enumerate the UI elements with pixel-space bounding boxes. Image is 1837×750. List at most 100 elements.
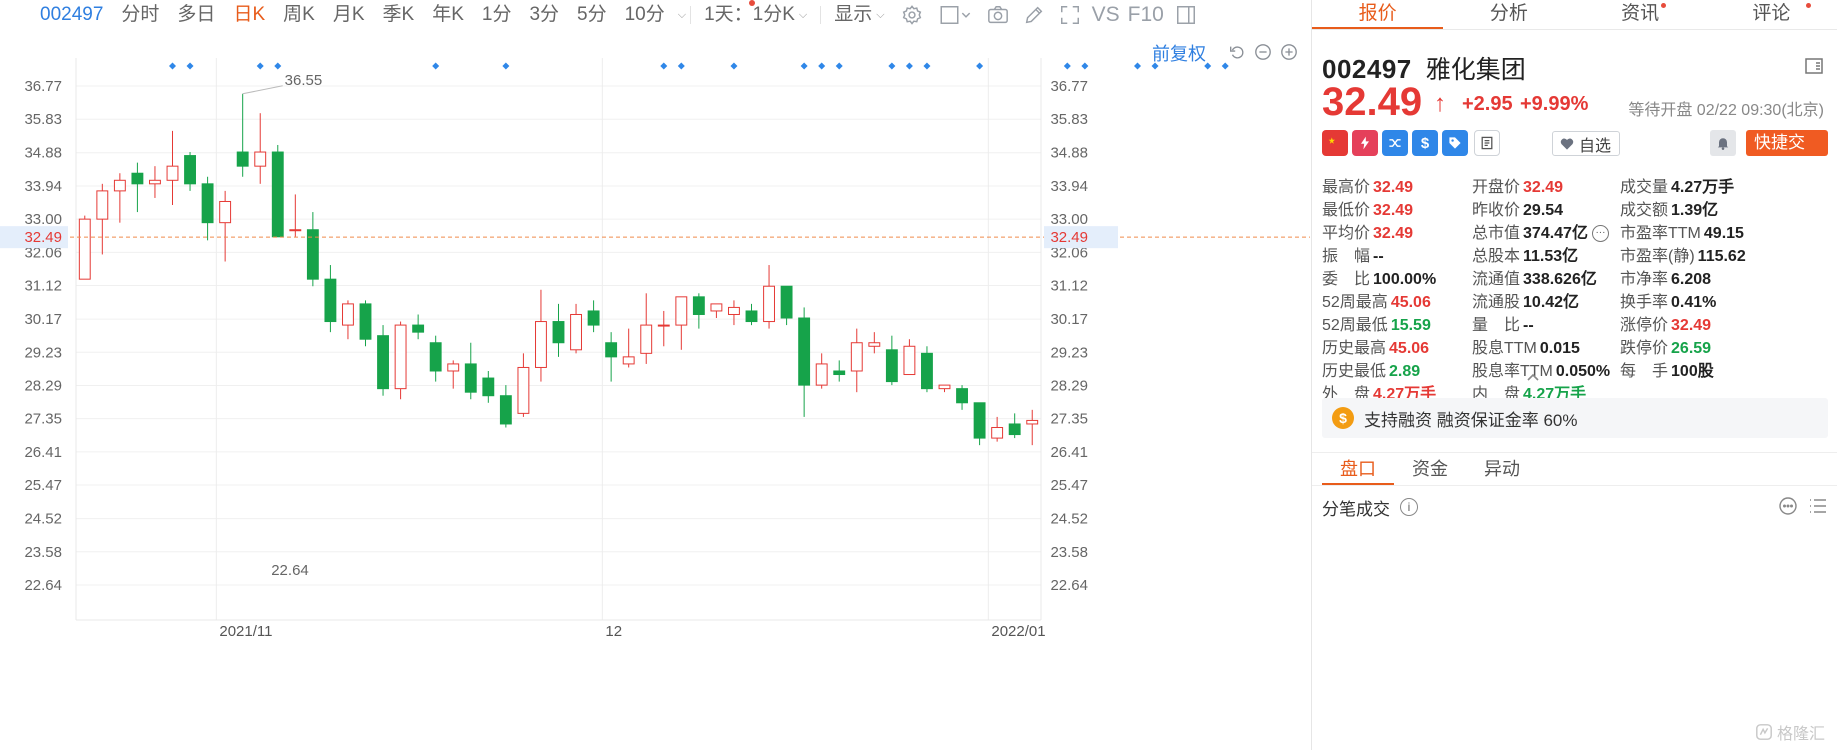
candle-down — [587, 310, 600, 326]
y-tick-label-right: 33.94 — [1050, 178, 1088, 195]
date-tick-label: 12 — [605, 623, 622, 640]
y-tick-label-right: 36.77 — [1050, 78, 1088, 95]
stat-label: 开盘价 — [1472, 179, 1521, 196]
stat-label: 流通股 — [1472, 294, 1521, 311]
candle-up — [394, 324, 407, 390]
undo-icon[interactable] — [1227, 42, 1247, 62]
stat-row: 委 比 100.00% — [1322, 268, 1436, 291]
y-tick-label-right: 27.35 — [1050, 411, 1088, 428]
candle-down — [745, 310, 758, 323]
stat-row: 每 手 100股 — [1620, 360, 1746, 383]
more-stats-button[interactable]: ··· — [1591, 225, 1609, 243]
display-menu[interactable]: 显示 ⌵ — [825, 0, 893, 30]
sidebar-toggle-icon[interactable] — [1173, 2, 1199, 28]
tab-daily-k[interactable]: 日K — [224, 0, 274, 30]
stat-value: 32.49 — [1523, 179, 1564, 196]
tag-icon[interactable] — [1442, 130, 1468, 156]
list-icon[interactable] — [1808, 496, 1828, 516]
tab-news[interactable]: 资讯 — [1575, 0, 1706, 29]
tab-order-book[interactable]: 盘口 — [1322, 453, 1394, 485]
stat-label: 涨停价 — [1620, 317, 1669, 334]
candle-up — [289, 229, 302, 232]
chart-background — [0, 30, 1310, 750]
pencil-icon[interactable] — [1021, 2, 1047, 28]
y-tick-label-left: 33.00 — [24, 211, 62, 228]
chart-zoom-controls — [1227, 42, 1299, 62]
low-annotation-label: 22.64 — [271, 562, 309, 579]
stat-row: 跌停价 26.59 — [1620, 337, 1746, 360]
y-tick-label-right: 34.88 — [1050, 145, 1088, 162]
tab-analysis[interactable]: 分析 — [1443, 0, 1574, 29]
tab-unusual-moves[interactable]: 异动 — [1466, 453, 1538, 485]
shuffle-icon[interactable] — [1382, 130, 1408, 156]
tab-monthly-k[interactable]: 月K — [324, 0, 374, 30]
watchlist-label: 自选 — [1579, 137, 1612, 155]
tab-comments[interactable]: 评论 — [1706, 0, 1837, 29]
stat-row: 股息TTM 0.015 — [1472, 337, 1610, 360]
add-watchlist-button[interactable]: 自选 — [1552, 131, 1621, 156]
panel-layout-icon[interactable] — [1804, 56, 1824, 76]
collapse-chevron-up-icon[interactable] — [1526, 372, 1540, 382]
tab-multi-day[interactable]: 多日 — [168, 0, 224, 30]
candle-down — [201, 183, 214, 224]
fullscreen-icon[interactable] — [1057, 2, 1083, 28]
candle-up — [166, 165, 179, 181]
stat-row: 股息率TTM 0.050% — [1472, 360, 1610, 383]
zoom-in-icon[interactable] — [1279, 42, 1299, 62]
stat-row: 52周最高 45.06 — [1322, 291, 1436, 314]
stat-value: 29.54 — [1523, 202, 1564, 219]
candle-down — [921, 352, 933, 390]
y-tick-label-left: 27.35 — [24, 411, 62, 428]
chevron-down-icon[interactable]: ⌵ — [678, 9, 686, 22]
toolbar-stock-code[interactable]: 002497 — [0, 0, 112, 30]
dollar-icon[interactable]: $ — [1412, 130, 1438, 156]
compare-vs-button[interactable]: VS — [1088, 0, 1124, 30]
f10-button[interactable]: F10 — [1124, 0, 1168, 30]
bell-icon[interactable] — [1710, 130, 1736, 156]
quick-trade-button[interactable]: 快捷交易 — [1746, 130, 1828, 178]
gear-icon[interactable] — [899, 2, 925, 28]
candlestick-chart[interactable]: 36.55 22.64 36.77 36.77 35.83 35.83 34.88 34.8… — [0, 30, 1310, 750]
candle-up — [1026, 419, 1039, 425]
tab-capital-flow[interactable]: 资金 — [1394, 453, 1466, 485]
stat-row: 开盘价 32.49 — [1472, 176, 1610, 199]
y-tick-label-right: 30.17 — [1050, 311, 1088, 328]
y-tick-label-left: 23.58 — [24, 544, 62, 561]
period-selector[interactable]: 1天：1分K ⌵ — [695, 0, 816, 30]
date-tick-label: 2021/11 — [219, 623, 272, 640]
stat-value: 32.49 — [1671, 317, 1712, 334]
tab-quarterly-k[interactable]: 季K — [374, 0, 424, 30]
candle-up — [850, 342, 863, 372]
candle-up — [728, 306, 740, 315]
candle-down — [798, 317, 811, 386]
camera-icon[interactable] — [985, 2, 1011, 28]
stat-value: 100股 — [1671, 363, 1714, 380]
y-tick-label-left: 31.12 — [24, 278, 62, 295]
zoom-out-icon[interactable] — [1253, 42, 1273, 62]
stat-label: 总股本 — [1472, 248, 1521, 265]
tab-3min[interactable]: 3分 — [520, 0, 568, 30]
document-icon[interactable] — [1474, 130, 1500, 156]
more-options-icon[interactable] — [1778, 496, 1798, 516]
stat-row: 换手率 0.41% — [1620, 291, 1746, 314]
tab-weekly-k[interactable]: 周K — [274, 0, 324, 30]
tab-intraday[interactable]: 分时 — [112, 0, 168, 30]
restore-adjusted-button[interactable]: 前复权 — [1152, 40, 1206, 66]
limit-up-icon[interactable] — [1352, 130, 1378, 156]
tab-analysis-label: 分析 — [1489, 3, 1528, 24]
stat-label: 最低价 — [1322, 202, 1371, 219]
tab-10min[interactable]: 10分 — [616, 0, 674, 30]
tab-5min[interactable]: 5分 — [568, 0, 616, 30]
info-icon[interactable]: i — [1400, 498, 1418, 516]
square-select-icon[interactable] — [935, 2, 975, 28]
tab-yearly-k[interactable]: 年K — [423, 0, 473, 30]
stat-label: 平均价 — [1322, 225, 1371, 242]
tab-quote[interactable]: 报价 — [1312, 0, 1444, 29]
tab-1min[interactable]: 1分 — [473, 0, 521, 30]
tick-trades-controls — [1778, 496, 1828, 516]
stat-row: 历史最高 45.06 — [1322, 337, 1436, 360]
candle-up — [640, 324, 653, 354]
stat-label: 历史最高 — [1322, 340, 1387, 357]
candle-down — [482, 377, 495, 397]
y-tick-label-right: 23.58 — [1050, 544, 1088, 561]
